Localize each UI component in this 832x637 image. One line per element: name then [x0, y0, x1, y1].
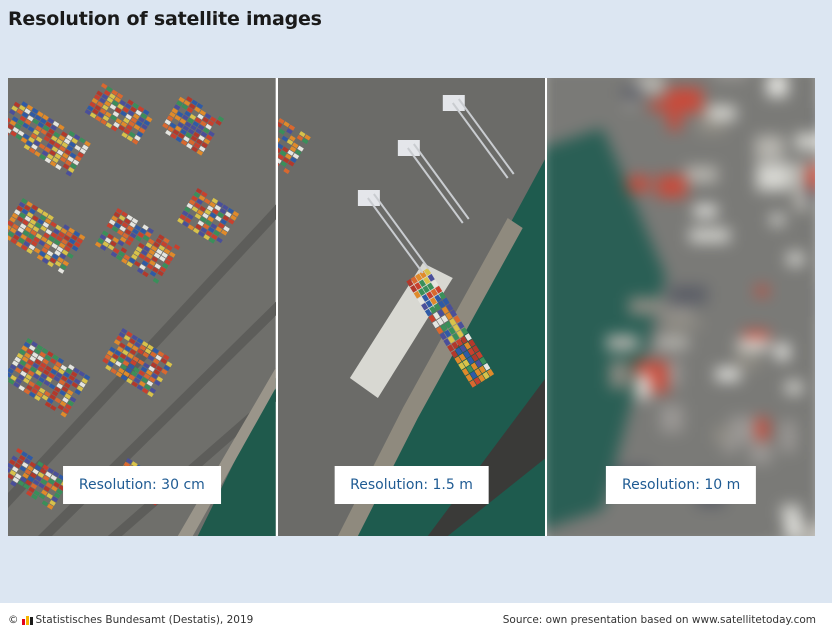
copyright-symbol: © [8, 614, 19, 626]
footer: © Statistisches Bundesamt (Destatis), 20… [0, 603, 832, 637]
satellite-image-1-5m: Resolution: 1.5 m [277, 78, 546, 536]
resolution-label: Resolution: 30 cm [62, 466, 221, 504]
resolution-label: Resolution: 10 m [606, 466, 757, 504]
satellite-image-30cm: Resolution: 30 cm [8, 78, 276, 536]
copyright-text: Statistisches Bundesamt (Destatis), 2019 [35, 614, 254, 626]
image-panels: Resolution: 30 cm Resolution: 1.5 m Reso… [8, 78, 816, 536]
satellite-image-10m: Resolution: 10 m [547, 78, 816, 536]
destatis-logo-icon [21, 616, 33, 625]
source-note: Source: own presentation based on www.sa… [502, 614, 816, 626]
page-title: Resolution of satellite images [8, 8, 322, 30]
resolution-label: Resolution: 1.5 m [334, 466, 489, 504]
copyright: © Statistisches Bundesamt (Destatis), 20… [8, 614, 253, 626]
